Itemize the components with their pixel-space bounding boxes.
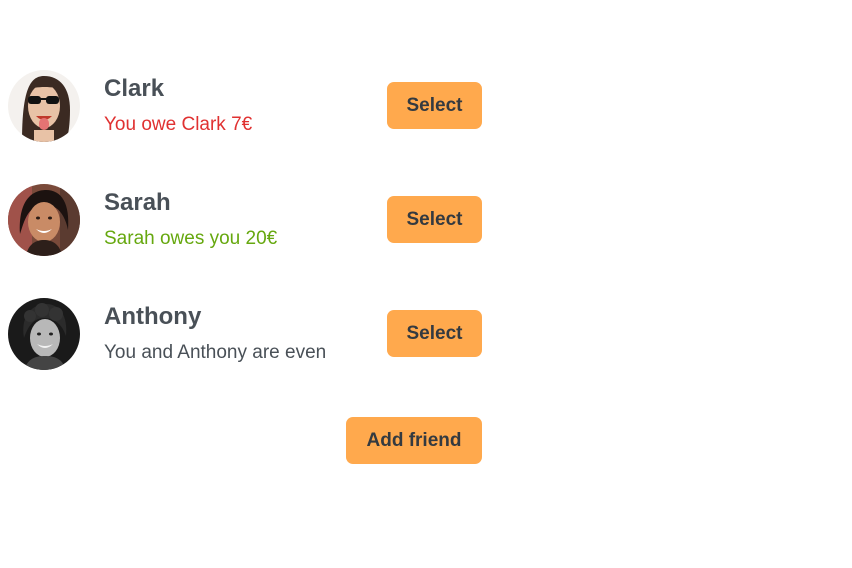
friend-item-sarah: Sarah Sarah owes you 20€ Select bbox=[8, 184, 482, 256]
avatar bbox=[8, 70, 80, 142]
select-button[interactable]: Select bbox=[387, 196, 482, 243]
select-button[interactable]: Select bbox=[387, 82, 482, 129]
friend-balance: You and Anthony are even bbox=[104, 342, 327, 363]
select-button[interactable]: Select bbox=[387, 310, 482, 357]
avatar bbox=[8, 298, 80, 370]
friend-balance: You owe Clark 7€ bbox=[104, 114, 253, 135]
avatar bbox=[8, 184, 80, 256]
friends-list: Clark You owe Clark 7€ Select Sarah Sara… bbox=[8, 70, 482, 412]
friend-name: Clark bbox=[104, 75, 165, 102]
friend-item-clark: Clark You owe Clark 7€ Select bbox=[8, 70, 482, 142]
friend-name: Anthony bbox=[104, 303, 202, 330]
friend-balance: Sarah owes you 20€ bbox=[104, 228, 278, 249]
friend-item-anthony: Anthony You and Anthony are even Select bbox=[8, 298, 482, 370]
friend-name: Sarah bbox=[104, 189, 171, 216]
add-friend-button[interactable]: Add friend bbox=[346, 417, 482, 464]
